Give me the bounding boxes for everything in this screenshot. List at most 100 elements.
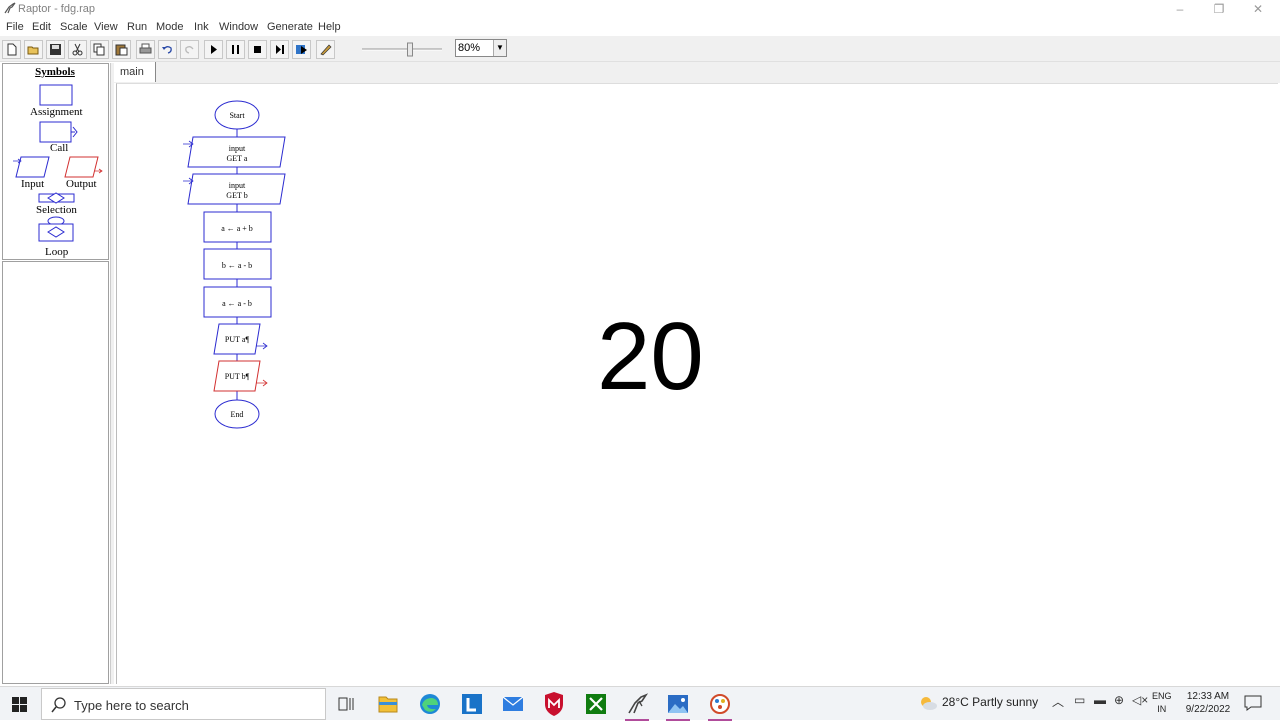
menu-ink[interactable]: Ink — [194, 21, 209, 33]
flowchart: Start input GET a input GET b a ← a + b … — [183, 100, 286, 429]
taskbar-search-box[interactable]: Type here to search — [41, 688, 326, 720]
windows-start-icon[interactable] — [0, 687, 40, 721]
paint-icon[interactable] — [700, 689, 740, 721]
assignment-symbol-icon[interactable] — [39, 84, 73, 106]
menu-help[interactable]: Help — [318, 21, 341, 33]
input-b-node[interactable]: input GET b — [183, 173, 286, 205]
paste-button[interactable] — [112, 40, 131, 59]
maximize-button[interactable]: ❐ — [1199, 0, 1239, 18]
assignment-node-2[interactable]: b ← a - b — [203, 248, 272, 280]
chevron-up-icon[interactable]: ︿ — [1052, 693, 1064, 710]
tab-main[interactable]: main — [114, 62, 156, 82]
file-explorer-icon[interactable] — [368, 689, 408, 719]
menu-run[interactable]: Run — [127, 21, 147, 33]
menu-window[interactable]: Window — [219, 21, 258, 33]
new-icon — [7, 43, 17, 56]
l-app-icon[interactable] — [452, 689, 492, 719]
title-bar: Raptor - fdg.rap – ❐ ✕ — [0, 0, 1280, 18]
print-button[interactable] — [136, 40, 155, 59]
menu-scale[interactable]: Scale — [60, 21, 88, 33]
output-b-label: PUT b¶ — [225, 372, 250, 381]
output-number-overlay: 20 — [597, 303, 704, 410]
selection-label: Selection — [36, 204, 77, 216]
input-a-line1: input — [229, 144, 246, 153]
redo-icon — [185, 46, 194, 54]
input-symbol-icon[interactable] — [15, 156, 50, 178]
panel-splitter[interactable] — [110, 63, 114, 684]
redo-button[interactable] — [180, 40, 199, 59]
stop-button[interactable] — [248, 40, 267, 59]
minimize-button[interactable]: – — [1160, 0, 1200, 18]
chevron-down-icon[interactable]: ▼ — [493, 40, 506, 56]
assignment-2-label: b ← a - b — [222, 261, 252, 270]
photos-icon[interactable] — [658, 689, 698, 721]
stop-icon — [254, 46, 261, 53]
menu-edit[interactable]: Edit — [32, 21, 51, 33]
mcafee-icon[interactable] — [534, 689, 574, 719]
xbox-icon[interactable] — [576, 689, 616, 719]
assignment-node-1[interactable]: a ← a + b — [203, 211, 272, 243]
tab-strip — [114, 62, 1280, 83]
output-symbol-icon[interactable] — [64, 156, 99, 178]
zoom-value: 80% — [458, 42, 481, 54]
copy-button[interactable] — [90, 40, 109, 59]
input-a-node[interactable]: input GET a — [183, 136, 286, 168]
mail-icon[interactable] — [493, 689, 533, 719]
print-icon — [139, 43, 152, 54]
output-b-node[interactable]: PUT b¶ — [213, 360, 268, 392]
input-language-indicator[interactable]: ENG IN — [1152, 690, 1172, 716]
open-button[interactable] — [24, 40, 43, 59]
volume-muted-icon[interactable]: ◁× — [1132, 693, 1148, 707]
battery-icon[interactable]: ▬ — [1094, 693, 1106, 707]
copy-icon — [93, 43, 105, 56]
call-symbol-icon[interactable] — [39, 121, 72, 143]
start-node[interactable]: Start — [214, 100, 260, 130]
play-button[interactable] — [204, 40, 223, 59]
paste-icon — [115, 44, 128, 56]
raptor-icon[interactable] — [617, 689, 657, 721]
call-label: Call — [50, 142, 69, 154]
menu-mode[interactable]: Mode — [156, 21, 184, 33]
edge-icon[interactable] — [410, 689, 450, 719]
input-a-line2: GET a — [227, 154, 248, 163]
loop-symbol-icon[interactable] — [38, 216, 74, 242]
selection-symbol-icon[interactable] — [38, 192, 75, 204]
ink-pen-button[interactable] — [316, 40, 335, 59]
output-a-label: PUT a¶ — [225, 335, 250, 344]
close-button[interactable]: ✕ — [1238, 0, 1278, 18]
window-title: Raptor - fdg.rap — [18, 3, 96, 15]
save-button[interactable] — [46, 40, 65, 59]
meet-now-icon[interactable]: ▭ — [1074, 693, 1085, 707]
assignment-node-3[interactable]: a ← a - b — [203, 286, 272, 318]
task-view-icon[interactable] — [326, 689, 366, 719]
menu-generate[interactable]: Generate — [267, 21, 313, 33]
end-node[interactable]: End — [214, 399, 260, 429]
output-a-node[interactable]: PUT a¶ — [213, 323, 268, 355]
undo-button[interactable] — [158, 40, 177, 59]
menu-view[interactable]: View — [94, 21, 118, 33]
assignment-1-label: a ← a + b — [221, 224, 253, 233]
region-code: IN — [1157, 704, 1167, 714]
notification-icon[interactable] — [1244, 695, 1262, 711]
pause-button[interactable] — [226, 40, 245, 59]
network-icon[interactable]: ⊕ — [1114, 693, 1124, 707]
step-button[interactable] — [270, 40, 289, 59]
new-button[interactable] — [2, 40, 21, 59]
clock[interactable]: 12:33 AM 9/22/2022 — [1182, 690, 1234, 716]
zoom-select[interactable]: 80% ▼ — [455, 39, 507, 57]
zoom-slider[interactable] — [356, 40, 448, 59]
watch-panel — [2, 261, 109, 684]
cut-button[interactable] — [68, 40, 87, 59]
taskbar: Type here to search 28°C Partly sunny ︿ … — [0, 686, 1280, 721]
search-placeholder: Type here to search — [74, 698, 189, 713]
clock-time: 12:33 AM — [1186, 691, 1230, 702]
zoom-slider-thumb[interactable] — [407, 42, 413, 57]
weather-text[interactable]: 28°C Partly sunny — [942, 695, 1038, 709]
raptor-app-icon — [4, 2, 16, 14]
menu-bar: File Edit Scale View Run Mode Ink Window… — [0, 18, 1280, 36]
test-button[interactable] — [292, 40, 311, 59]
flowchart-canvas[interactable]: Start input GET a input GET b a ← a + b … — [116, 83, 1278, 684]
undo-icon — [162, 46, 172, 54]
tab-main-label: main — [120, 66, 144, 78]
menu-file[interactable]: File — [6, 21, 24, 33]
